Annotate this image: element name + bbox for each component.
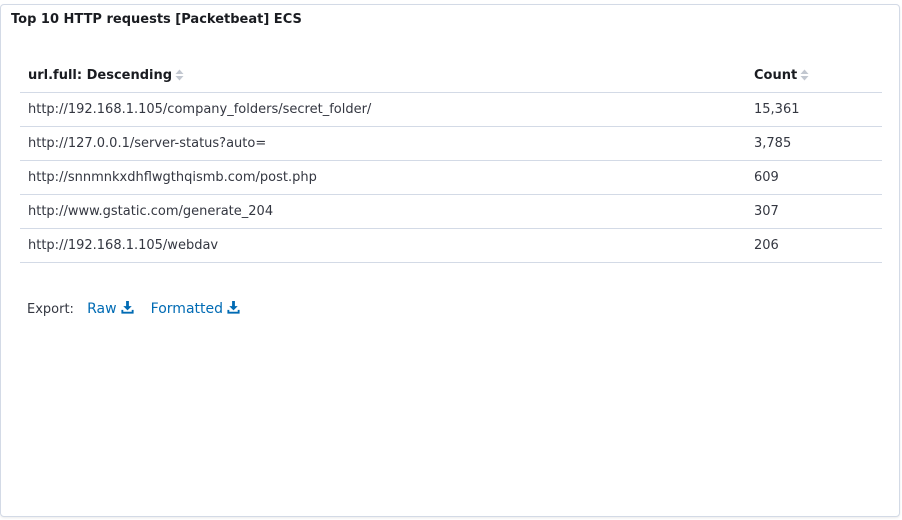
sort-icon[interactable] — [175, 69, 184, 81]
column-header-count-label: Count — [754, 67, 798, 83]
count-cell: 307 — [746, 194, 882, 229]
visualization-panel: Top 10 HTTP requests [Packetbeat] ECS ur… — [0, 4, 900, 517]
table-row: http://snnmnkxdhflwgthqismb.com/post.php… — [20, 160, 882, 195]
column-header-count[interactable]: Count — [746, 58, 882, 93]
column-header-url[interactable]: url.full: Descending — [20, 58, 746, 93]
export-row: Export: Raw Formatted — [27, 300, 253, 317]
count-cell: 609 — [746, 160, 882, 195]
table-header-row: url.full: Descending Count — [20, 58, 882, 93]
table-row: http://192.168.1.105/webdav 206 — [20, 228, 882, 263]
export-raw-link[interactable]: Raw — [87, 300, 134, 317]
download-icon — [120, 300, 134, 314]
count-cell: 3,785 — [746, 126, 882, 161]
download-icon — [227, 300, 240, 314]
export-label: Export: — [27, 302, 74, 317]
url-cell[interactable]: http://www.gstatic.com/generate_204 — [20, 194, 746, 229]
url-cell[interactable]: http://192.168.1.105/webdav — [20, 228, 746, 263]
table-row: http://www.gstatic.com/generate_204 307 — [20, 194, 882, 229]
column-header-url-label: url.full: Descending — [28, 67, 173, 83]
export-formatted-label: Formatted — [150, 301, 223, 317]
export-raw-label: Raw — [87, 301, 117, 317]
table-row: http://192.168.1.105/company_folders/sec… — [20, 92, 882, 127]
data-table: url.full: Descending Count http://192.16… — [20, 58, 882, 263]
url-cell[interactable]: http://snnmnkxdhflwgthqismb.com/post.php — [20, 160, 746, 195]
panel-title: Top 10 HTTP requests [Packetbeat] ECS — [11, 12, 302, 27]
url-cell[interactable]: http://192.168.1.105/company_folders/sec… — [20, 92, 746, 127]
table-row: http://127.0.0.1/server-status?auto= 3,7… — [20, 126, 882, 161]
count-cell: 206 — [746, 228, 882, 263]
count-cell: 15,361 — [746, 92, 882, 127]
export-formatted-link[interactable]: Formatted — [151, 300, 241, 317]
sort-icon[interactable] — [800, 69, 809, 81]
url-cell[interactable]: http://127.0.0.1/server-status?auto= — [20, 126, 746, 161]
